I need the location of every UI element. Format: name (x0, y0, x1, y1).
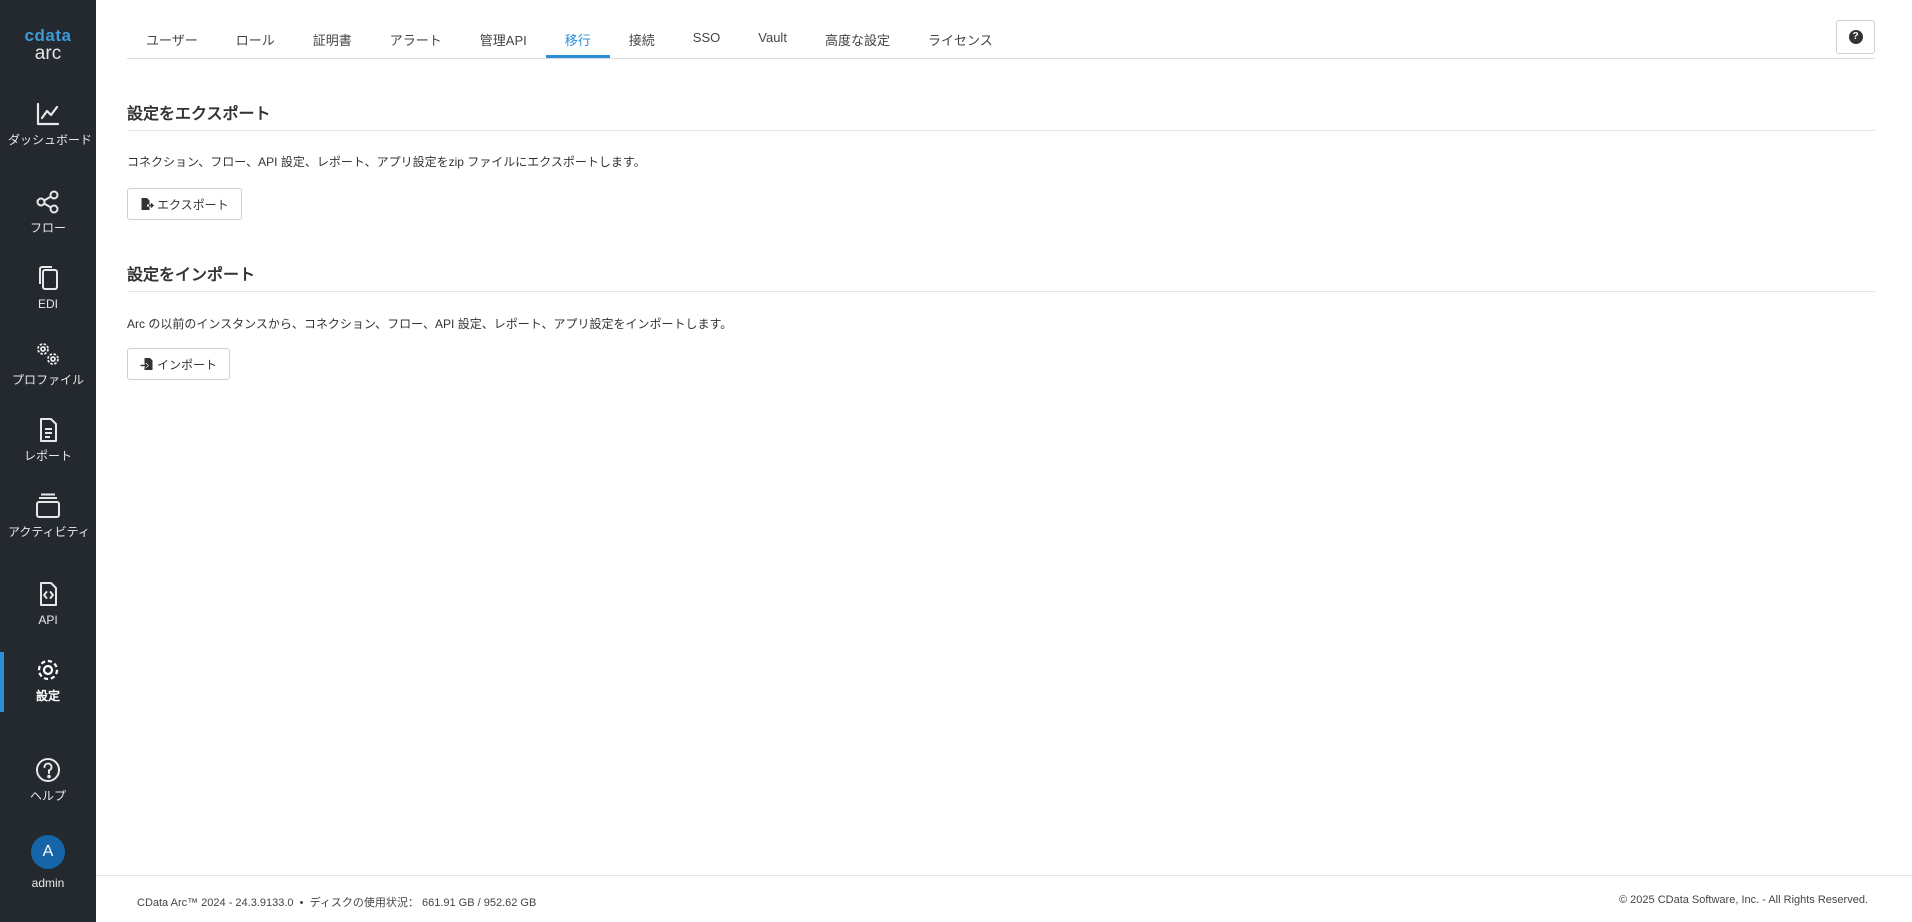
tab-admin-api[interactable]: 管理API (461, 24, 546, 58)
sidebar-item-label: アクティビティ (8, 525, 90, 539)
sidebar: cdata arc ダッシュボード フロー EDI プロファイル レポート アク… (0, 0, 96, 922)
flow-icon (34, 188, 62, 216)
footer-status: CData Arc™ 2024 - 24.3.9133.0 • ディスクの使用状… (137, 894, 536, 910)
sidebar-item-api[interactable]: API (0, 580, 96, 654)
sidebar-item-label: フロー (29, 221, 66, 235)
user-name[interactable]: admin (0, 876, 96, 890)
sidebar-item-label: EDI (37, 297, 58, 311)
tab-alerts[interactable]: アラート (371, 24, 461, 58)
export-description: コネクション、フロー、API 設定、レポート、アプリ設定をzip ファイルにエク… (127, 155, 646, 169)
file-import-icon (140, 358, 153, 370)
import-description: Arc の以前のインスタンスから、コネクション、フロー、API 設定、レポート、… (127, 317, 733, 331)
sidebar-item-flow[interactable]: フロー (0, 188, 96, 262)
sidebar-item-profile[interactable]: プロファイル (0, 340, 96, 414)
section-divider (127, 291, 1875, 292)
profile-gears-icon (34, 340, 62, 368)
brand-name: cdata (24, 26, 72, 45)
sidebar-item-label: プロファイル (11, 373, 84, 387)
export-section-title: 設定をエクスポート (127, 106, 271, 123)
import-button-label: インポート (157, 357, 218, 372)
avatar[interactable]: A (31, 835, 65, 869)
dashboard-chart-icon (34, 100, 62, 128)
sidebar-item-edi[interactable]: EDI (0, 264, 96, 338)
help-circle-icon (34, 756, 62, 784)
sidebar-item-label: レポート (23, 449, 72, 463)
sidebar-item-help[interactable]: ヘルプ (0, 756, 96, 830)
help-button[interactable]: ? (1836, 20, 1875, 54)
tab-users[interactable]: ユーザー (127, 24, 217, 58)
footer-separator: • (299, 897, 304, 909)
file-export-icon (141, 198, 154, 210)
tab-connections[interactable]: 接続 (610, 24, 674, 58)
disk-usage-value: 661.91 GB / 952.62 GB (421, 897, 537, 909)
section-divider (127, 130, 1875, 131)
edi-copy-icon (34, 264, 62, 292)
api-file-code-icon (34, 580, 62, 608)
app-logo[interactable]: cdata arc (0, 26, 96, 64)
copyright-text: © 2025 CData Software, Inc. - All Rights… (1619, 894, 1868, 906)
tab-sso[interactable]: SSO (674, 24, 739, 58)
sidebar-item-settings[interactable]: 設定 (0, 656, 96, 730)
sidebar-item-label: API (38, 613, 58, 627)
question-icon: ? (1848, 30, 1863, 44)
version-text: CData Arc™ 2024 - 24.3.9133.0 (137, 897, 294, 909)
tab-license[interactable]: ライセンス (909, 24, 1012, 58)
sidebar-item-activity[interactable]: アクティビティ (0, 492, 96, 566)
sidebar-item-label: 設定 (35, 689, 60, 703)
activity-stack-icon (34, 492, 62, 520)
sidebar-item-report[interactable]: レポート (0, 416, 96, 490)
product-name: arc (34, 43, 62, 64)
sidebar-item-label: ヘルプ (29, 789, 66, 803)
tab-roles[interactable]: ロール (217, 24, 294, 58)
export-button[interactable]: エクスポート (127, 188, 242, 220)
import-button[interactable]: インポート (127, 348, 231, 380)
sidebar-item-dashboard[interactable]: ダッシュボード (0, 100, 96, 174)
settings-tabs: ユーザー ロール 証明書 アラート 管理API 移行 接続 SSO Vault … (127, 24, 1012, 58)
sidebar-item-label: ダッシュボード (8, 133, 93, 147)
report-document-icon (34, 416, 62, 444)
export-button-label: エクスポート (157, 197, 229, 212)
tab-certificates[interactable]: 証明書 (294, 24, 371, 58)
disk-usage-label: ディスクの使用状況： (309, 897, 419, 909)
tab-advanced[interactable]: 高度な設定 (806, 24, 909, 58)
settings-gear-icon (34, 656, 62, 684)
tab-vault[interactable]: Vault (739, 24, 806, 58)
footer-divider (96, 875, 1912, 876)
tab-migration[interactable]: 移行 (545, 24, 610, 58)
import-section-title: 設定をインポート (127, 267, 256, 284)
tabs-divider (127, 58, 1875, 59)
